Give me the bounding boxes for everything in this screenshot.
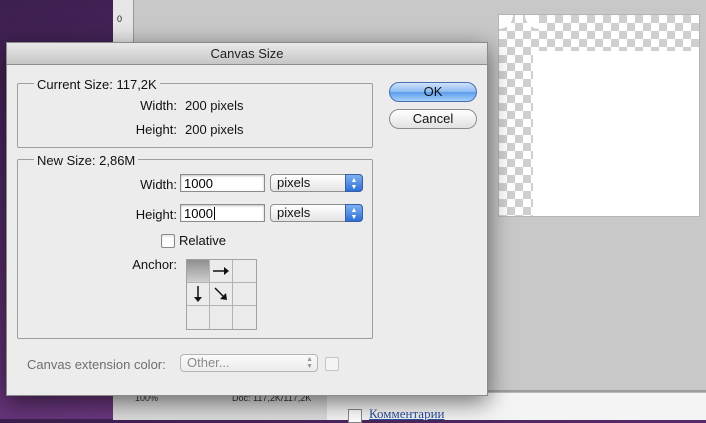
extension-color-value: Other... — [187, 355, 230, 370]
width-input-value: 1000 — [184, 176, 213, 191]
relative-label[interactable]: Relative — [179, 233, 226, 248]
extension-color-label: Canvas extension color: — [27, 357, 166, 372]
new-size-title: New Size: 2,86M — [34, 153, 139, 168]
canvas-size-dialog: Canvas Size Current Size: 117,2K Width: … — [6, 42, 488, 396]
ruler-number: 0 — [117, 14, 123, 24]
current-size-title: Current Size: 117,2K — [34, 77, 160, 92]
height-unit-value: pixels — [277, 205, 311, 220]
relative-checkbox[interactable] — [161, 234, 175, 248]
height-unit-select[interactable]: pixels ▲ ▼ — [270, 204, 363, 222]
current-height-value: 200 pixels — [185, 122, 244, 137]
current-width-value: 200 pixels — [185, 98, 244, 113]
new-width-label: Width: — [140, 177, 177, 192]
anchor-cell-bottom-right[interactable] — [233, 306, 256, 329]
anchor-cell-center[interactable] — [210, 283, 233, 306]
arrow-down-right-icon — [214, 287, 227, 300]
height-input-value: 1000 — [184, 206, 213, 221]
width-unit-select[interactable]: pixels ▲ ▼ — [270, 174, 363, 192]
anchor-cell-middle-right[interactable] — [233, 283, 256, 306]
arrow-right-icon — [213, 267, 229, 275]
comments-link[interactable]: Комментарии — [369, 406, 444, 422]
canvas-preview — [498, 14, 700, 217]
ok-button[interactable]: OK — [389, 82, 477, 102]
anchor-cell-bottom-left[interactable] — [187, 306, 210, 329]
comments-checkbox[interactable] — [348, 409, 362, 423]
anchor-cell-top-center[interactable] — [210, 260, 233, 283]
height-input[interactable]: 1000 — [180, 204, 265, 222]
arrow-down-icon — [194, 286, 202, 302]
anchor-cell-top-left[interactable] — [187, 260, 210, 283]
anchor-label: Anchor: — [132, 257, 177, 272]
updown-arrows-icon: ▲ ▼ — [345, 204, 363, 222]
anchor-grid[interactable] — [186, 259, 257, 330]
updown-arrows-icon: ▲ ▼ — [306, 356, 313, 370]
anchor-cell-middle-left[interactable] — [187, 283, 210, 306]
current-size-group — [17, 83, 373, 148]
anchor-cell-bottom-center[interactable] — [210, 306, 233, 329]
text-caret — [213, 207, 215, 220]
new-height-label: Height: — [135, 207, 177, 222]
extension-color-swatch[interactable] — [325, 357, 339, 371]
anchor-cell-top-right[interactable] — [233, 260, 256, 283]
updown-arrows-icon: ▲ ▼ — [345, 174, 363, 192]
dialog-title[interactable]: Canvas Size — [7, 43, 487, 65]
current-height-label: Height: — [135, 122, 177, 137]
cancel-button[interactable]: Cancel — [389, 109, 477, 129]
width-input[interactable]: 1000 — [180, 174, 265, 192]
current-width-label: Width: — [140, 98, 177, 113]
width-unit-value: pixels — [277, 175, 311, 190]
extension-color-select[interactable]: Other... ▲ ▼ — [180, 354, 318, 372]
image-content — [533, 51, 699, 216]
